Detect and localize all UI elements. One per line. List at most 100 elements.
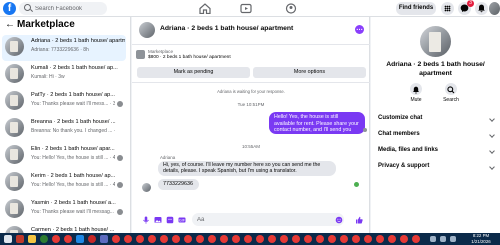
edge-icon[interactable] [76, 235, 84, 243]
privacy-support-row[interactable]: Privacy & support [378, 163, 496, 175]
conversation-item[interactable]: Adriana · 2 beds 1 bath house/ apartment… [2, 35, 126, 61]
chrome-icon[interactable] [280, 235, 288, 243]
notification-count-badge: 3 [467, 0, 474, 7]
conversation-item[interactable]: Yasmin · 2 beds 1 bath house/ a... You: … [2, 197, 126, 223]
chrome-icon[interactable] [292, 235, 300, 243]
like-icon[interactable] [355, 216, 363, 224]
row-label: Privacy & support [378, 163, 430, 169]
chrome-icon[interactable] [208, 235, 216, 243]
chrome-icon[interactable] [340, 235, 348, 243]
search-in-chat-button[interactable]: Search [441, 83, 461, 103]
sticker-icon[interactable] [166, 216, 174, 224]
chrome-icon[interactable] [364, 235, 372, 243]
chrome-icon[interactable] [160, 235, 168, 243]
emoji-icon[interactable] [335, 216, 343, 224]
conversation-item[interactable]: Breanna · 2 beds 1 bath house/ ... Brean… [2, 116, 126, 142]
volume-icon[interactable] [440, 236, 446, 242]
chrome-icon[interactable] [232, 235, 240, 243]
watch-icon[interactable] [240, 3, 252, 14]
sidebar-header: ← Marketplace [0, 17, 130, 33]
mark-as-pending-button[interactable]: Mark as pending [137, 67, 250, 78]
chrome-icon[interactable] [268, 235, 276, 243]
chrome-icon[interactable] [124, 235, 132, 243]
gif-icon[interactable]: GIF [178, 216, 186, 224]
chrome-icon[interactable] [352, 235, 360, 243]
search-label: Search [443, 97, 459, 103]
microphone-icon[interactable] [142, 216, 150, 224]
back-arrow-icon[interactable]: ← [5, 19, 15, 30]
chrome-icon[interactable] [412, 235, 420, 243]
incoming-message[interactable]: Hi, yes, of course. I'll leave my number… [158, 161, 336, 176]
menu-grid-button[interactable] [441, 2, 454, 15]
media-files-links-row[interactable]: Media, files and links [378, 147, 496, 159]
messenger-button[interactable]: 3 [458, 0, 474, 15]
message-composer: GIF [132, 207, 370, 233]
chrome-icon[interactable] [52, 235, 60, 243]
conversation-item[interactable]: Kumali · 2 beds 1 bath house/ ap... Kuma… [2, 62, 126, 88]
search-box[interactable] [19, 2, 107, 15]
file-explorer-icon[interactable] [28, 235, 36, 243]
conversation-snippet: You: Hello! Yes, the house is still ... … [31, 155, 115, 161]
conversation-snippet: You: Hello! Yes, the house is still ... … [31, 182, 115, 188]
taskbar-clock[interactable]: 8:22 PM 1/21/2026 [463, 233, 499, 245]
search-icon [445, 83, 457, 95]
chat-title[interactable]: Adriana · 2 beds 1 bath house/ apartment [160, 25, 293, 32]
chrome-icon[interactable] [148, 235, 156, 243]
listing-card: Marketplace $800 · 2 beds 1 bath house/ … [132, 46, 370, 83]
conversation-title: Kerim · 2 beds 1 bath house/ ap... [31, 173, 116, 179]
chat-members-row[interactable]: Chat members [378, 131, 496, 143]
customize-chat-row[interactable]: Customize chat [378, 115, 496, 127]
message-input[interactable] [192, 213, 344, 226]
chrome-icon[interactable] [388, 235, 396, 243]
taskbar-app-icon[interactable] [16, 235, 24, 243]
chrome-icon[interactable] [184, 235, 192, 243]
chrome-icon[interactable] [328, 235, 336, 243]
conversation-item[interactable]: Carmen · 2 beds 1 bath house/ ... [2, 224, 126, 233]
listing-thumbnail [5, 118, 24, 137]
conversation-title: Yasmin · 2 beds 1 bath house/ a... [31, 200, 116, 206]
listing-photo[interactable] [420, 26, 451, 57]
battery-icon[interactable] [450, 236, 456, 242]
network-icon[interactable] [430, 236, 436, 242]
chrome-icon[interactable] [316, 235, 324, 243]
chrome-icon[interactable] [88, 235, 96, 243]
taskbar-app-icon[interactable] [100, 235, 108, 243]
notifications-button[interactable] [475, 2, 488, 15]
conversation-item[interactable]: Elin · 2 beds 1 bath house/ apar... You:… [2, 143, 126, 169]
start-icon[interactable] [4, 235, 12, 243]
chrome-icon[interactable] [256, 235, 264, 243]
chrome-icon[interactable] [64, 235, 72, 243]
chrome-icon[interactable] [112, 235, 120, 243]
chrome-icon[interactable] [400, 235, 408, 243]
image-icon[interactable] [154, 216, 162, 224]
listing-detail[interactable]: $800 · 2 beds 1 bath house/ apartment [148, 55, 231, 60]
profile-avatar[interactable] [489, 2, 500, 15]
chrome-icon[interactable] [136, 235, 144, 243]
more-options-button[interactable]: More options [253, 67, 366, 78]
sender-name: Adriana [160, 155, 176, 160]
chevron-down-icon [489, 132, 495, 138]
find-friends-button[interactable]: Find friends [396, 2, 436, 15]
conversation-item[interactable]: Kerim · 2 beds 1 bath house/ ap... You: … [2, 170, 126, 196]
listing-card-thumbnail [136, 50, 145, 59]
facebook-logo[interactable]: f [3, 2, 16, 15]
home-icon[interactable] [199, 3, 211, 14]
conversation-snippet: You: Thanks please wait I'll messag... ·… [31, 209, 115, 215]
chrome-icon[interactable] [376, 235, 384, 243]
conversation-item[interactable]: PatTy · 2 beds 1 bath house/ ap... You: … [2, 89, 126, 115]
more-options-icon[interactable]: … [355, 25, 364, 34]
outgoing-message[interactable]: Hello! Yes, the house is still available… [269, 112, 365, 140]
whatsapp-icon[interactable] [40, 235, 48, 243]
chrome-icon[interactable] [172, 235, 180, 243]
search-input[interactable] [35, 2, 105, 15]
incoming-message[interactable]: 7733229636 [158, 179, 199, 190]
conversation-title: Elin · 2 beds 1 bath house/ apar... [31, 146, 115, 152]
mute-button[interactable]: Mute [406, 83, 426, 103]
chrome-icon[interactable] [220, 235, 228, 243]
seen-avatar [117, 155, 123, 161]
groups-icon[interactable] [285, 3, 297, 14]
chrome-icon[interactable] [304, 235, 312, 243]
chrome-icon[interactable] [196, 235, 204, 243]
chrome-icon[interactable] [244, 235, 252, 243]
listing-thumbnail [5, 91, 24, 110]
